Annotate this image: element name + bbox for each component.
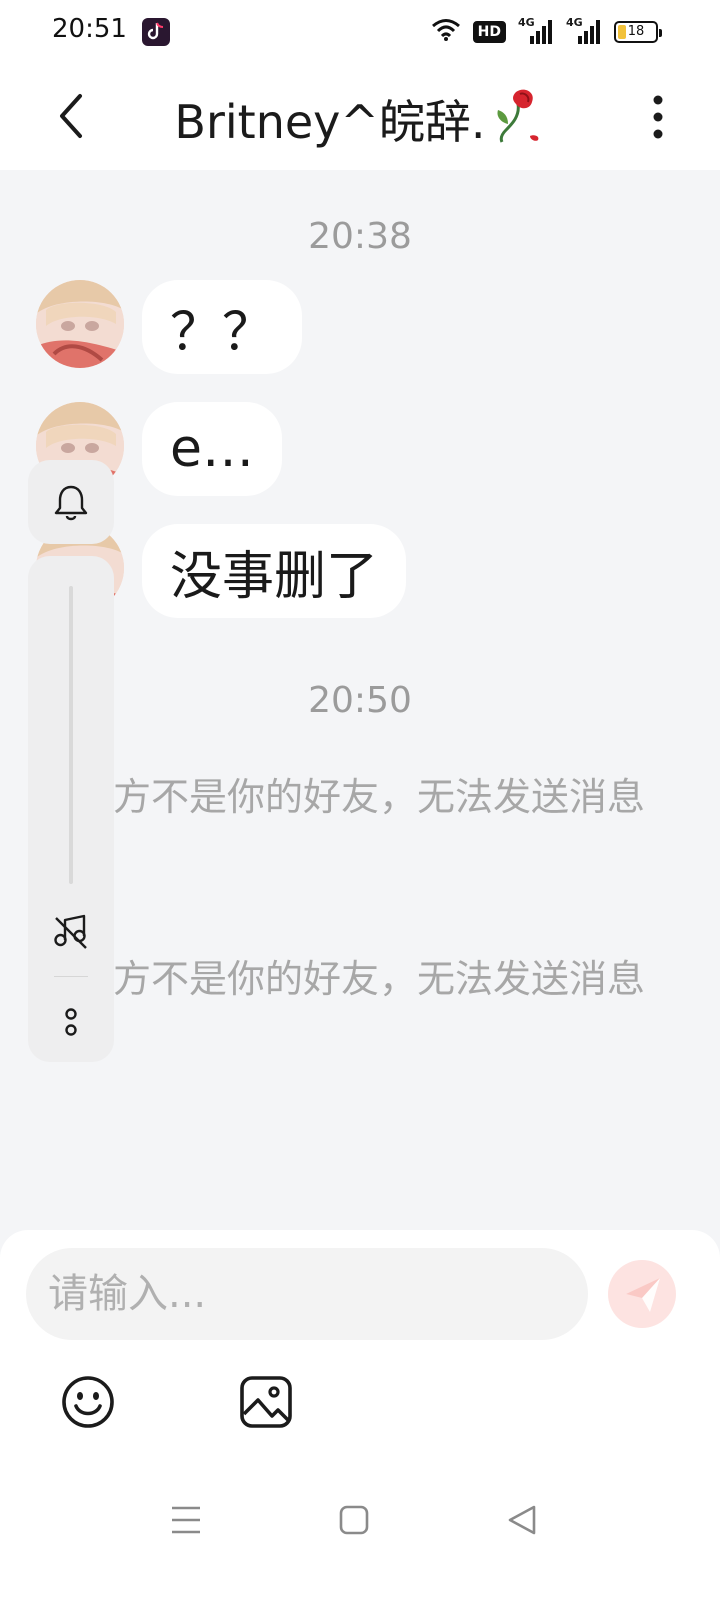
- battery-icon: 18: [614, 21, 662, 43]
- signal-icon-2: 4G: [566, 16, 602, 46]
- send-plane-icon: [626, 1278, 660, 1312]
- network-label-1: 4G: [518, 16, 535, 29]
- bell-icon: [53, 484, 89, 526]
- floating-bell-button[interactable]: [28, 460, 114, 544]
- emoji-icon[interactable]: [60, 1374, 116, 1430]
- status-time: 20:51: [52, 14, 127, 44]
- panel-divider: [54, 976, 88, 977]
- more-vertical-icon[interactable]: [62, 1006, 80, 1042]
- music-off-icon[interactable]: [52, 912, 90, 954]
- signal-icon-1: 4G: [518, 16, 554, 46]
- send-button[interactable]: [608, 1260, 676, 1328]
- battery-level: 18: [627, 24, 645, 39]
- more-vertical-icon[interactable]: [646, 94, 670, 140]
- message-bubble[interactable]: e…: [142, 402, 282, 496]
- message-input[interactable]: [26, 1248, 588, 1340]
- floating-tool-panel: [28, 556, 114, 1062]
- message-text: 没事删了: [170, 546, 379, 607]
- tiktok-notification-icon: [142, 18, 170, 46]
- input-dock: [0, 1230, 720, 1600]
- network-label-2: 4G: [566, 16, 583, 29]
- message-bubble[interactable]: 没事删了: [142, 524, 407, 618]
- avatar[interactable]: [36, 280, 124, 368]
- wifi-icon: [431, 18, 461, 46]
- status-bar: 20:51 HD 4G 4G 18: [0, 0, 720, 64]
- timestamp: 20:38: [308, 216, 412, 257]
- chat-title: Britney^皖辞.: [0, 86, 720, 157]
- hd-badge: HD: [472, 21, 506, 43]
- status-icons: HD 4G 4G 18: [431, 16, 662, 48]
- wilted-rose-emoji: [490, 86, 546, 157]
- chat-header: Britney^皖辞.: [0, 64, 720, 170]
- menu-icon[interactable]: [168, 1500, 204, 1540]
- home-square-icon[interactable]: [336, 1500, 372, 1540]
- image-icon[interactable]: [238, 1374, 294, 1430]
- volume-slider-track[interactable]: [69, 586, 73, 884]
- chat-title-text: Britney^皖辞.: [174, 95, 486, 149]
- system-message: 对方不是你的好友，无法发送消息: [74, 775, 645, 819]
- message-text: e…: [170, 419, 254, 479]
- message-bubble[interactable]: ？？: [142, 280, 303, 374]
- back-triangle-icon[interactable]: [504, 1500, 540, 1540]
- message-text: ？？: [170, 302, 275, 363]
- system-message: 对方不是你的好友，无法发送消息: [74, 957, 645, 1001]
